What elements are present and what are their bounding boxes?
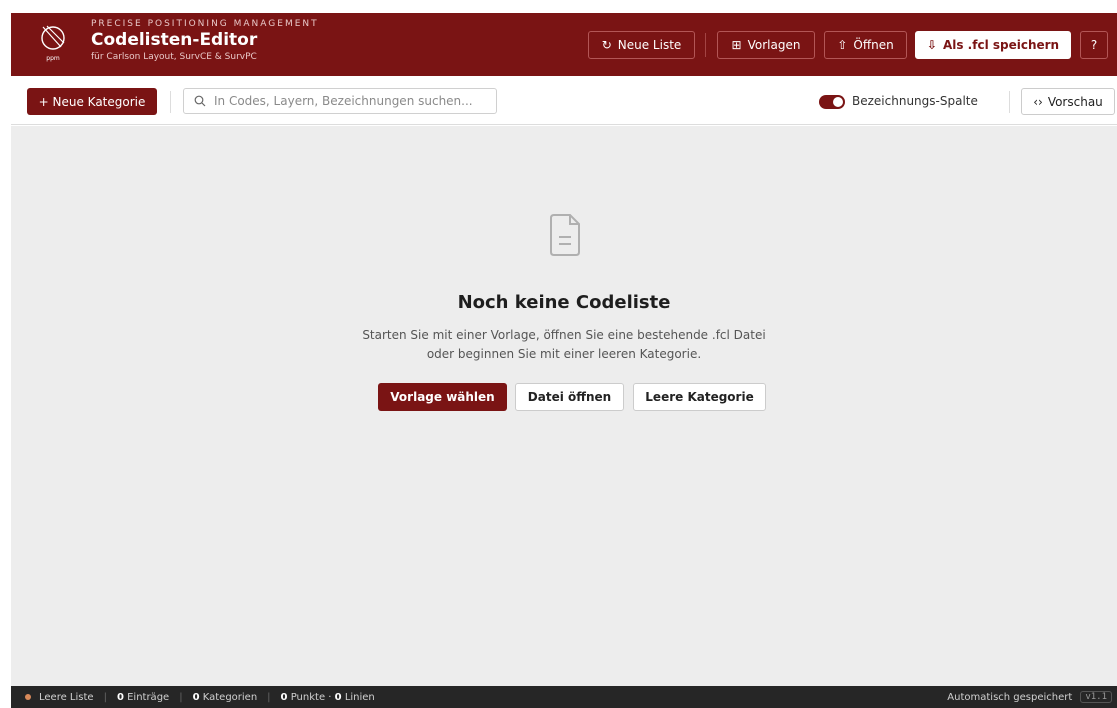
entries-count: 0 [116, 691, 124, 703]
list-state: Leere Liste [39, 691, 94, 703]
entries-stat: 0 Einträge [117, 692, 169, 703]
header-divider [705, 33, 706, 57]
document-icon [550, 214, 580, 256]
org-name: PRECISE POSITIONING MANAGEMENT [91, 19, 319, 29]
main-content: Noch keine Codeliste Starten Sie mit ein… [11, 126, 1117, 686]
open-button[interactable]: ⇧ Öffnen [824, 31, 907, 59]
new-list-button[interactable]: ↻ Neue Liste [588, 31, 695, 59]
refresh-icon: ↻ [601, 38, 612, 52]
save-fcl-label: Als .fcl speichern [942, 38, 1060, 52]
upload-icon: ⇧ [837, 38, 848, 52]
app-subtitle: für Carlson Layout, SurvCE & SurvPC [91, 52, 257, 62]
empty-desc-line1: Starten Sie mit einer Vorlage, öffnen Si… [362, 328, 766, 342]
app-header: ppm PRECISE POSITIONING MANAGEMENT Codel… [11, 13, 1117, 76]
label-column-toggle[interactable] [819, 95, 845, 109]
search-input[interactable] [214, 94, 484, 108]
grid-icon: ⊞ [731, 38, 742, 52]
categories-label: Kategorien [202, 691, 258, 703]
open-label: Öffnen [853, 38, 894, 52]
lines-count: 0 [334, 691, 342, 703]
logo-text: ppm [46, 55, 60, 62]
entries-label: Einträge [127, 691, 170, 703]
preview-label: Vorschau [1047, 94, 1103, 109]
autosave-status: Automatisch gespeichert [947, 691, 1073, 703]
toolbar-divider [1009, 91, 1010, 113]
toggle-label: Bezeichnungs-Spalte [852, 94, 978, 108]
download-icon: ⇩ [926, 38, 937, 52]
status-divider: | [267, 691, 271, 703]
preview-button[interactable]: ‹› Vorschau [1021, 88, 1115, 115]
empty-title: Noch keine Codeliste [457, 292, 671, 313]
categories-count: 0 [192, 691, 200, 703]
empty-desc-line2: oder beginnen Sie mit einer leeren Kateg… [426, 347, 702, 361]
search-box[interactable] [183, 88, 497, 114]
new-list-label: Neue Liste [617, 38, 682, 52]
choose-template-button[interactable]: Vorlage wählen [378, 383, 507, 411]
app-title: Codelisten-Editor [91, 30, 258, 50]
points-label: Punkte · [290, 691, 332, 703]
status-right: Automatisch gespeichert v1.1 [947, 691, 1112, 703]
code-icon: ‹› [1033, 94, 1043, 109]
status-divider: | [179, 691, 183, 703]
open-file-button[interactable]: Datei öffnen [515, 383, 624, 411]
search-icon [194, 95, 206, 107]
templates-label: Vorlagen [747, 38, 801, 52]
ppm-logo: ppm [33, 23, 73, 67]
status-left: Leere Liste | 0 Einträge | 0 Kategorien … [25, 692, 375, 703]
empty-category-button[interactable]: Leere Kategorie [633, 383, 766, 411]
new-category-button[interactable]: + Neue Kategorie [27, 88, 157, 115]
new-category-label: + Neue Kategorie [38, 94, 146, 109]
status-bar: Leere Liste | 0 Einträge | 0 Kategorien … [11, 686, 1117, 708]
templates-button[interactable]: ⊞ Vorlagen [717, 31, 815, 59]
version-badge: v1.1 [1080, 691, 1112, 703]
lines-label: Linien [344, 691, 375, 703]
brand-block: PRECISE POSITIONING MANAGEMENT Codeliste… [91, 19, 319, 62]
categories-stat: 0 Kategorien [193, 692, 258, 703]
save-fcl-button[interactable]: ⇩ Als .fcl speichern [915, 31, 1071, 59]
status-divider: | [103, 691, 107, 703]
help-icon: ? [1090, 38, 1098, 52]
logo-icon [41, 25, 65, 50]
toolbar-divider [170, 91, 171, 113]
help-button[interactable]: ? [1080, 31, 1108, 59]
toolbar: + Neue Kategorie Bezeichnungs-Spalte ‹› … [11, 76, 1117, 125]
points-lines-stat: 0 Punkte · 0 Linien [281, 692, 375, 703]
status-dot-icon [25, 694, 31, 700]
empty-description: Starten Sie mit einer Vorlage, öffnen Si… [11, 326, 1117, 364]
points-count: 0 [280, 691, 288, 703]
